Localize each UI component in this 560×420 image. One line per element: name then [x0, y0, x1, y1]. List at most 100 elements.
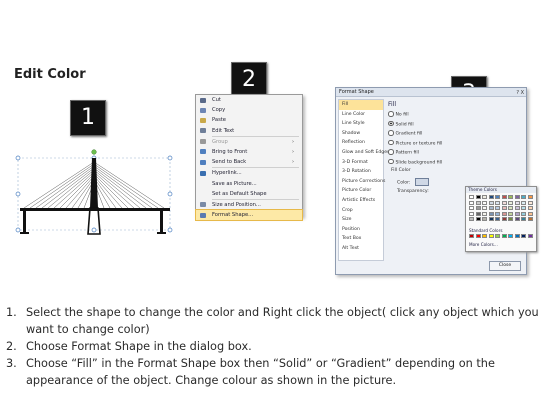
radio-button[interactable] [388, 120, 394, 126]
color-swatch[interactable] [475, 206, 481, 210]
color-swatch[interactable] [508, 195, 513, 199]
nav-item-picture-color[interactable]: Picture Color [339, 186, 383, 196]
color-swatch[interactable] [488, 234, 494, 238]
nav-item-line-color[interactable]: Line Color [339, 110, 383, 120]
color-swatch[interactable] [475, 234, 481, 238]
fill-option-pattern-fill[interactable]: Pattern fill [388, 149, 419, 155]
color-swatch[interactable] [508, 211, 513, 216]
color-swatch[interactable] [488, 195, 494, 199]
color-swatch[interactable] [501, 200, 507, 205]
menu-item-copy[interactable]: Copy [196, 105, 302, 115]
color-swatch[interactable] [475, 195, 481, 199]
color-swatch[interactable] [469, 206, 474, 210]
color-swatch[interactable] [482, 206, 487, 210]
menu-item-group[interactable]: Group › [196, 137, 302, 147]
color-swatch[interactable] [501, 211, 507, 216]
nav-item-text-box[interactable]: Text Box [339, 234, 383, 244]
color-swatch[interactable] [495, 206, 500, 210]
resize-handle[interactable] [167, 191, 173, 197]
color-swatch[interactable] [469, 217, 474, 221]
color-swatch[interactable] [501, 234, 507, 238]
fill-option-solid-fill[interactable]: Solid fill [388, 120, 414, 127]
nav-item-3-d-rotation[interactable]: 3-D Rotation [339, 167, 383, 177]
more-colors-link[interactable]: More Colors... [469, 242, 498, 247]
color-swatch[interactable] [508, 200, 513, 205]
color-swatch[interactable] [501, 217, 507, 221]
color-swatch[interactable] [475, 200, 481, 205]
nav-item-picture-corrections[interactable]: Picture Corrections [339, 177, 385, 187]
color-swatch[interactable] [482, 217, 487, 221]
color-swatch[interactable] [488, 211, 494, 216]
resize-handle[interactable] [15, 191, 21, 197]
color-swatch[interactable] [527, 217, 533, 221]
color-swatch[interactable] [514, 211, 520, 216]
color-swatch[interactable] [482, 195, 487, 199]
menu-item-cut[interactable]: Cut [196, 95, 302, 105]
color-swatch[interactable] [469, 234, 474, 238]
color-swatch[interactable] [482, 200, 487, 205]
nav-item-artistic-effects[interactable]: Artistic Effects [339, 196, 383, 206]
fill-option-no-fill[interactable]: No fill [388, 111, 409, 117]
nav-item-alt-text[interactable]: Alt Text [339, 244, 383, 254]
nav-item-3-d-format[interactable]: 3-D Format [339, 158, 383, 168]
color-swatch[interactable] [508, 234, 513, 238]
radio-button[interactable] [388, 149, 394, 155]
menu-item-bring-to-front[interactable]: Bring to Front › [196, 147, 302, 157]
fill-option-slide-background-fill[interactable]: Slide background fill [388, 158, 442, 165]
nav-item-position[interactable]: Position [339, 225, 383, 235]
menu-item-edit-text[interactable]: Edit Text [196, 126, 302, 136]
color-swatch[interactable] [527, 200, 533, 205]
help-close-buttons[interactable]: ? X [516, 89, 524, 98]
fill-option-picture-or-texture-fill[interactable]: Picture or texture fill [388, 139, 442, 146]
color-swatch[interactable] [521, 200, 526, 205]
color-swatch[interactable] [495, 211, 500, 216]
color-swatch[interactable] [527, 195, 533, 199]
color-swatch[interactable] [495, 217, 500, 221]
menu-item-paste[interactable]: Paste [196, 115, 302, 125]
radio-button[interactable] [388, 139, 394, 145]
menu-item-format-shape[interactable]: Format Shape... [195, 209, 303, 222]
fill-option-gradient-fill[interactable]: Gradient fill [388, 130, 422, 136]
color-swatch[interactable] [514, 206, 520, 210]
color-swatch[interactable] [514, 234, 520, 238]
nav-item-glow-and-soft-edges[interactable]: Glow and Soft Edges [339, 148, 389, 158]
color-swatch[interactable] [482, 211, 487, 216]
rotate-handle[interactable] [91, 149, 97, 155]
color-swatch[interactable] [469, 211, 474, 216]
resize-handle[interactable] [15, 155, 21, 161]
nav-item-reflection[interactable]: Reflection [339, 138, 383, 148]
color-dropdown-button[interactable] [414, 178, 429, 186]
color-swatch[interactable] [521, 211, 526, 216]
radio-button[interactable] [388, 130, 394, 136]
color-swatch[interactable] [514, 200, 520, 205]
nav-item-line-style[interactable]: Line Style [339, 119, 383, 129]
color-swatch[interactable] [469, 200, 474, 205]
resize-handle[interactable] [91, 227, 97, 233]
color-swatch[interactable] [488, 217, 494, 221]
resize-handle[interactable] [15, 227, 21, 233]
color-swatch[interactable] [488, 206, 494, 210]
color-swatch[interactable] [521, 195, 526, 199]
color-swatch[interactable] [527, 211, 533, 216]
nav-item-size[interactable]: Size [339, 215, 383, 225]
color-swatch[interactable] [521, 206, 526, 210]
menu-item-size-and-position[interactable]: Size and Position... [196, 200, 302, 210]
color-swatch[interactable] [495, 200, 500, 205]
close-button[interactable]: Close [489, 261, 521, 271]
color-swatch[interactable] [527, 234, 533, 238]
radio-button[interactable] [388, 158, 394, 164]
menu-item-set-as-default-shape[interactable]: Set as Default Shape [196, 189, 302, 199]
color-swatch[interactable] [527, 206, 533, 210]
color-swatch[interactable] [514, 195, 520, 199]
resize-handle[interactable] [167, 227, 173, 233]
color-swatch[interactable] [508, 217, 513, 221]
menu-item-hyperlink[interactable]: Hyperlink... [196, 168, 302, 178]
resize-handle[interactable] [167, 155, 173, 161]
color-swatch[interactable] [501, 206, 507, 210]
color-swatch[interactable] [482, 234, 487, 238]
menu-item-send-to-back[interactable]: Send to Back › [196, 157, 302, 167]
nav-item-shadow[interactable]: Shadow [339, 129, 383, 139]
color-swatch[interactable] [488, 200, 494, 205]
nav-item-fill[interactable]: Fill [339, 100, 383, 110]
color-swatch[interactable] [495, 195, 500, 199]
